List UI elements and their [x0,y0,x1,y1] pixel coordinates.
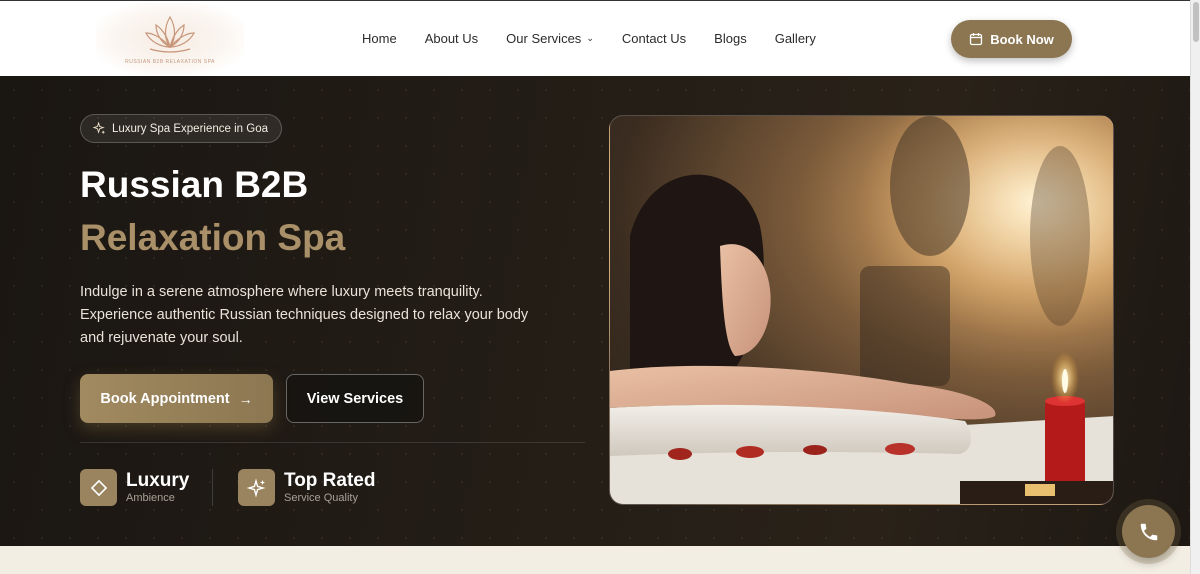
feature-luxury: Luxury Ambience [80,469,189,506]
lotus-logo-icon [145,15,195,53]
book-appointment-label: Book Appointment [100,390,230,407]
phone-icon [1140,523,1157,540]
hero-spa-image [609,115,1114,505]
scrollbar-thumb[interactable] [1193,2,1199,42]
hero-section: Luxury Spa Experience in Goa Russian B2B… [0,76,1190,546]
nav-gallery-label: Gallery [774,31,816,46]
hero-badge: Luxury Spa Experience in Goa [80,114,282,143]
book-now-button[interactable]: Book Now [951,20,1072,58]
logo-text: RUSSIAN B2B RELAXATION SPA [125,59,215,65]
nav-services-label: Our Services [506,31,582,46]
page-scrollbar[interactable] [1190,0,1200,574]
book-appointment-button[interactable]: Book Appointment → [80,374,273,423]
diamond-icon [80,469,117,506]
nav-contact-us[interactable]: Contact Us [622,31,686,46]
hero-badge-label: Luxury Spa Experience in Goa [112,122,268,135]
nav-home[interactable]: Home [362,31,397,46]
hero-title-line2: Relaxation Spa [80,217,346,258]
feature-top-rated: Top Rated Service Quality [238,469,375,506]
chevron-down-icon: ⌄ [586,33,594,43]
nav-our-services[interactable]: Our Services ⌄ [506,31,594,46]
calendar-icon [970,33,983,46]
phone-call-button[interactable] [1122,505,1175,558]
view-services-button[interactable]: View Services [286,374,424,423]
hero-description: Indulge in a serene atmosphere where lux… [80,284,529,346]
nav-about-us[interactable]: About Us [425,31,478,46]
feature-luxury-title: Luxury [126,469,190,491]
nav-blogs[interactable]: Blogs [714,31,747,46]
logo[interactable]: RUSSIAN B2B RELAXATION SPA [96,3,244,75]
nav-home-label: Home [362,31,397,46]
hero-divider [80,442,585,443]
book-now-label: Book Now [990,31,1054,47]
view-services-label: View Services [306,390,404,407]
feature-separator [212,469,213,506]
nav-blogs-label: Blogs [714,31,747,46]
nav-contact-label: Contact Us [621,31,687,46]
next-section-edge [0,546,1190,574]
hero-title-line1: Russian B2B [80,164,309,205]
feature-top-rated-subtitle: Service Quality [284,491,358,504]
feature-top-rated-title: Top Rated [284,469,376,491]
feature-luxury-subtitle: Ambience [126,491,175,504]
main-nav: Home About Us Our Services ⌄ Contact Us B… [362,31,844,46]
sparkle-icon [93,122,106,135]
arrow-right-icon: → [238,390,253,407]
nav-gallery[interactable]: Gallery [775,31,816,46]
site-header: RUSSIAN B2B RELAXATION SPA Home About Us… [0,0,1190,76]
sparkle-icon [238,469,275,506]
nav-about-label: About Us [424,31,479,46]
